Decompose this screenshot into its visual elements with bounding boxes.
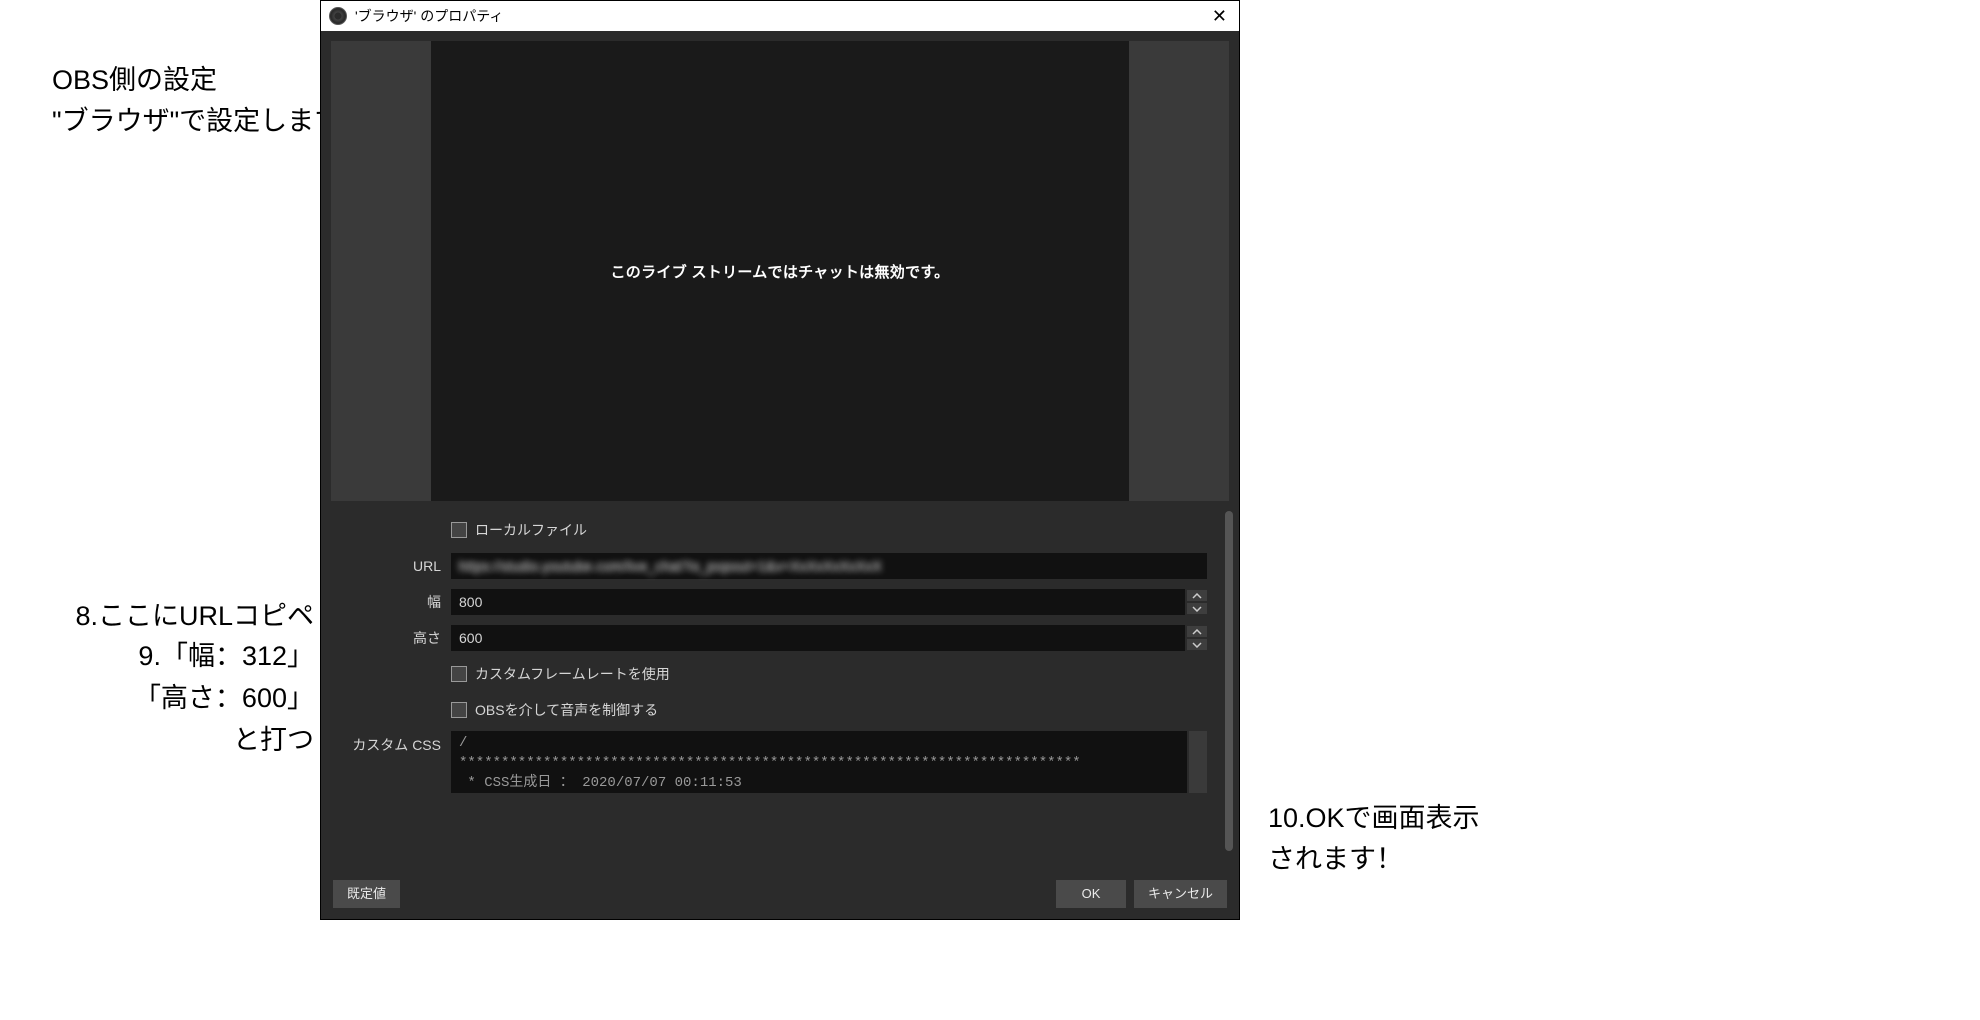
width-spinner[interactable] — [1187, 589, 1207, 615]
custom-css-textarea[interactable]: /***************************************… — [451, 731, 1187, 793]
width-label: 幅 — [331, 592, 451, 612]
custom-fps-label: カスタムフレームレートを使用 — [475, 664, 670, 684]
close-button[interactable]: ✕ — [1206, 5, 1233, 27]
ok-button[interactable]: OK — [1056, 880, 1126, 908]
preview-message: このライブ ストリームではチャットは無効です。 — [611, 261, 950, 282]
obs-logo-icon — [329, 7, 347, 25]
dialog-footer: 既定値 OK キャンセル — [333, 879, 1227, 909]
local-file-checkbox[interactable] — [451, 522, 467, 538]
height-label: 高さ — [331, 628, 451, 648]
dialog-title: 'ブラウザ' のプロパティ — [355, 6, 503, 26]
local-file-label: ローカルファイル — [475, 520, 587, 540]
control-audio-label: OBSを介して音声を制御する — [475, 700, 658, 720]
annotation-step8: 8.ここにURLコピペ — [0, 596, 314, 637]
width-input[interactable]: 800 — [451, 589, 1185, 615]
custom-fps-checkbox[interactable] — [451, 666, 467, 682]
custom-css-label: カスタム CSS — [331, 731, 451, 755]
annotation-step9: 9.「幅：312」 「高さ：600」 と打つ — [0, 636, 314, 762]
titlebar: 'ブラウザ' のプロパティ ✕ — [321, 1, 1239, 31]
width-spin-up-icon[interactable] — [1187, 590, 1207, 601]
defaults-button[interactable]: 既定値 — [333, 880, 400, 908]
control-audio-checkbox[interactable] — [451, 702, 467, 718]
height-spin-up-icon[interactable] — [1187, 626, 1207, 637]
properties-dialog: 'ブラウザ' のプロパティ ✕ このライブ ストリームではチャットは無効です。 … — [320, 0, 1240, 920]
custom-css-scrollbar[interactable] — [1189, 731, 1207, 793]
height-input[interactable]: 600 — [451, 625, 1185, 651]
annotation-top: OBS側の設定 "ブラウザ"で設定します — [52, 60, 341, 141]
url-label: URL — [331, 558, 451, 574]
height-spinner[interactable] — [1187, 625, 1207, 651]
height-spin-down-icon[interactable] — [1187, 639, 1207, 650]
dialog-scrollbar-thumb[interactable] — [1225, 511, 1233, 851]
preview-inner: このライブ ストリームではチャットは無効です。 — [431, 41, 1129, 501]
annotation-step10: 10.OKで画面表示 されます！ — [1268, 798, 1480, 879]
url-input[interactable]: https://studio.youtube.com/live_chat?is_… — [451, 553, 1207, 579]
form: ローカルファイル URL https://studio.youtube.com/… — [331, 515, 1229, 793]
cancel-button[interactable]: キャンセル — [1134, 880, 1227, 908]
dialog-scrollbar[interactable] — [1225, 41, 1233, 401]
preview-area: このライブ ストリームではチャットは無効です。 — [331, 41, 1229, 501]
width-spin-down-icon[interactable] — [1187, 603, 1207, 614]
